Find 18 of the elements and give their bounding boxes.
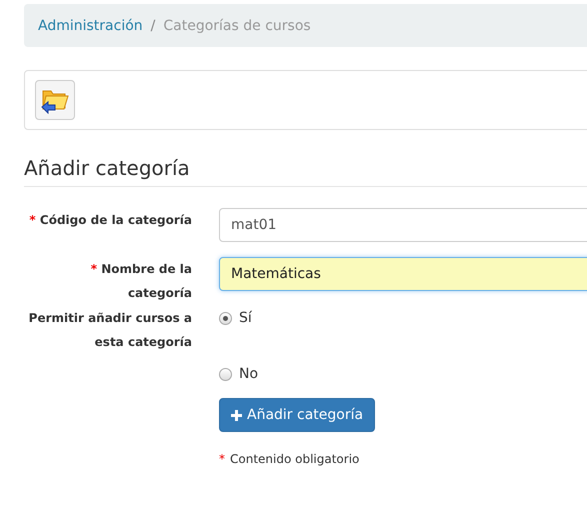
- radio-button[interactable]: [219, 312, 232, 324]
- field-label: * Nombre de la categoría: [90, 261, 192, 302]
- required-note: Contenido obligatorio: [230, 452, 360, 466]
- section-heading: Añadir categoría: [24, 156, 587, 187]
- add-category-button[interactable]: Añadir categoría: [219, 398, 376, 432]
- breadcrumb-link[interactable]: Administración: [38, 18, 143, 34]
- radio-label: Sí: [239, 309, 252, 328]
- required-mark: *: [219, 452, 225, 466]
- text-field[interactable]: Matemáticas: [219, 257, 587, 291]
- radio-button[interactable]: [219, 368, 232, 380]
- field-label: Permitir añadir cursos a esta categoría: [28, 310, 192, 351]
- breadcrumb-separator: /: [150, 18, 156, 34]
- text-field[interactable]: mat01: [219, 208, 587, 242]
- radio-label: No: [239, 365, 258, 384]
- breadcrumb-current: Categorías de cursos: [163, 18, 311, 34]
- back-button[interactable]: [35, 80, 75, 120]
- plus-icon: [231, 410, 242, 420]
- field-label: * Código de la categoría: [28, 212, 192, 229]
